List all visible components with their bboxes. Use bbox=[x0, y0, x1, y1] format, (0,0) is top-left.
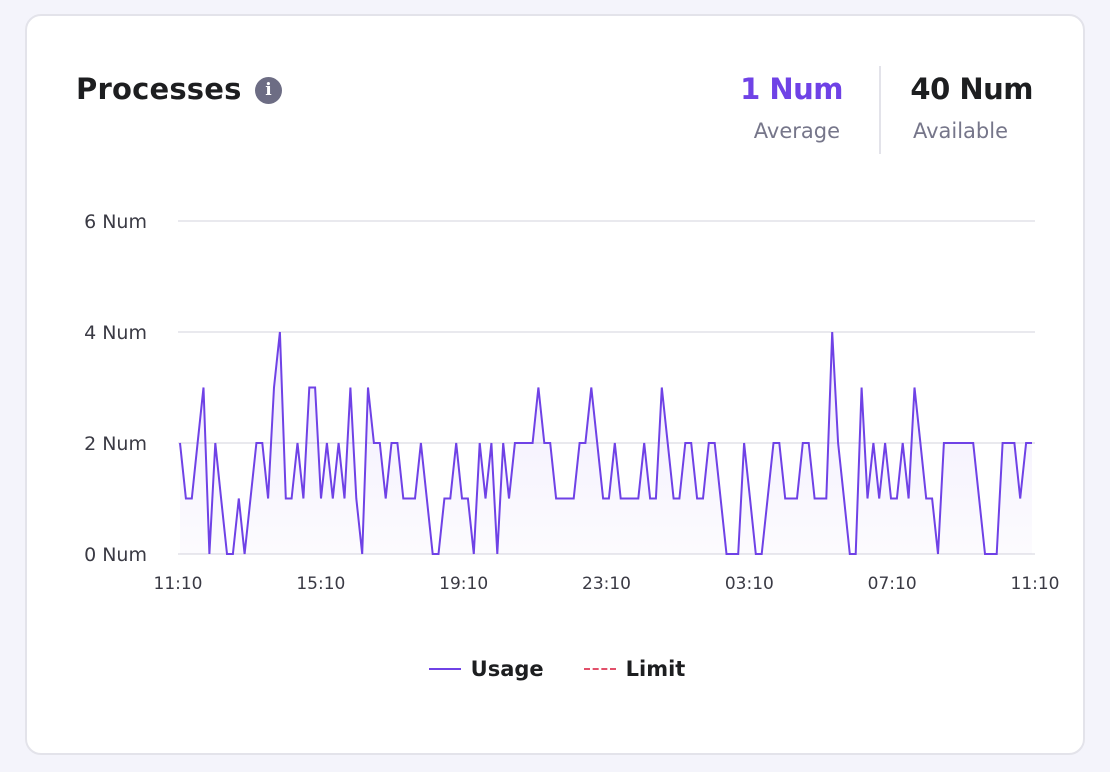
x-tick-label: 07:10 bbox=[868, 574, 917, 594]
legend-item-usage[interactable]: Usage bbox=[428, 657, 544, 681]
limit-swatch bbox=[583, 668, 616, 670]
x-tick-label: 15:10 bbox=[296, 574, 345, 594]
legend-label-limit: Limit bbox=[625, 657, 686, 681]
y-tick-label: 0 Num bbox=[84, 544, 147, 566]
y-tick-label: 6 Num bbox=[84, 211, 147, 233]
processes-card: Processes i 1 Num Average 40 Num Availab… bbox=[25, 14, 1085, 755]
y-tick-label: 4 Num bbox=[84, 322, 147, 344]
chart-legend: Usage Limit bbox=[27, 657, 1087, 681]
x-tick-label: 11:10 bbox=[1011, 574, 1060, 594]
usage-swatch bbox=[428, 668, 461, 670]
y-tick-label: 2 Num bbox=[84, 433, 147, 455]
x-tick-label: 03:10 bbox=[725, 574, 774, 594]
usage-chart: 0 Num 2 Num 4 Num 6 Num 11:10 15:10 19:10 23:10… bbox=[84, 211, 1060, 594]
x-tick-label: 23:10 bbox=[582, 574, 631, 594]
x-tick-label: 11:10 bbox=[154, 574, 203, 594]
legend-label-usage: Usage bbox=[470, 657, 544, 681]
x-tick-label: 19:10 bbox=[439, 574, 488, 594]
legend-item-limit[interactable]: Limit bbox=[583, 657, 686, 681]
